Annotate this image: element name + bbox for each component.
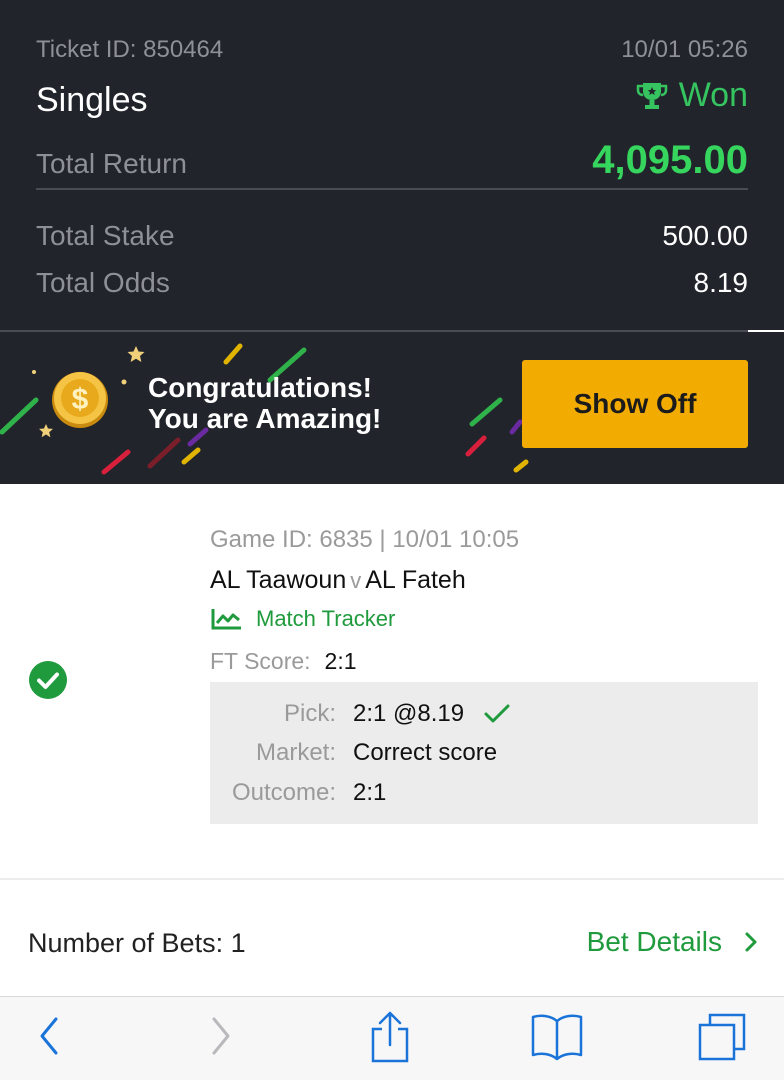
check-circle-icon: [29, 661, 67, 699]
ticket-datetime: 10/01 05:26: [621, 36, 748, 63]
home-team: AL Taawoun: [210, 566, 347, 594]
match-tracker-label: Match Tracker: [256, 606, 396, 631]
ft-score-label: FT Score:: [210, 648, 311, 674]
ticket-type-row: Singles Won: [36, 76, 748, 120]
congrats-line-1: Congratulations!: [148, 372, 372, 403]
bet-details-label: Bet Details: [586, 926, 722, 957]
pick-value-wrap: 2:1 @8.19: [353, 700, 510, 728]
market-label: Market:: [255, 739, 336, 766]
bet-detail: Game ID: 6835 | 10/01 10:05 AL Taawoun v A…: [0, 484, 784, 878]
chevron-right-icon: [745, 932, 757, 952]
bet-details-link[interactable]: Bet Details: [587, 926, 758, 958]
ft-score: FT Score: 2:1: [210, 648, 357, 675]
forward-icon[interactable]: [206, 1011, 236, 1061]
outcome-value: 2:1: [353, 779, 387, 806]
bookmarks-icon[interactable]: [530, 1011, 584, 1061]
total-stake-value: 500.00: [662, 220, 748, 251]
show-off-button[interactable]: Show Off: [522, 360, 748, 448]
tracker-icon: [211, 609, 241, 630]
total-return-row: Total Return 4,095.00: [36, 138, 748, 183]
share-icon[interactable]: [368, 1011, 412, 1065]
total-return-value: 4,095.00: [592, 138, 748, 182]
outcome-label: Outcome:: [231, 779, 336, 806]
bets-footer: Number of Bets: 1 Bet Details: [0, 880, 784, 996]
away-team: AL Fateh: [365, 566, 466, 594]
total-stake-row: Total Stake 500.00: [36, 220, 748, 252]
number-of-bets: Number of Bets: 1: [28, 928, 246, 958]
ticket-type: Singles: [36, 80, 148, 119]
tick-icon: [484, 704, 510, 723]
versus-label: v: [350, 568, 362, 593]
pick-box: Pick: 2:1 @8.19 Market: Correct score Ou…: [210, 682, 758, 824]
tabs-icon[interactable]: [696, 1011, 748, 1063]
total-odds-label: Total Odds: [36, 267, 170, 298]
congrats-text: Congratulations! You are Amazing!: [148, 372, 381, 434]
browser-toolbar: [0, 996, 784, 1080]
ticket-summary: Ticket ID: 850464 10/01 05:26 Singles Wo…: [0, 0, 784, 330]
trophy-icon: [636, 82, 667, 109]
congrats-line-2: You are Amazing!: [148, 403, 382, 434]
outcome-row: Outcome: 2:1: [210, 779, 386, 807]
pick-value: 2:1 @8.19: [353, 700, 465, 727]
total-stake-label: Total Stake: [36, 220, 175, 251]
game-id: Game ID: 6835 | 10/01 10:05: [210, 526, 520, 553]
market-value: Correct score: [353, 739, 498, 766]
congrats-banner: $ Congratulations! You are Amazing! Show…: [0, 332, 784, 484]
status-text: Won: [678, 76, 748, 114]
total-return-label: Total Return: [36, 148, 187, 179]
coin-icon: $: [52, 372, 108, 428]
match-tracker-link[interactable]: Match Tracker: [210, 606, 395, 632]
back-icon[interactable]: [34, 1011, 64, 1061]
total-odds-row: Total Odds 8.19: [36, 267, 748, 299]
ft-score-value: 2:1: [324, 648, 357, 674]
match-teams: AL Taawoun v AL Fateh: [210, 566, 466, 595]
market-row: Market: Correct score: [210, 739, 497, 767]
status-badge: Won: [635, 76, 748, 115]
total-odds-value: 8.19: [693, 267, 749, 298]
ticket-id: Ticket ID: 850464: [36, 36, 224, 63]
pick-row: Pick: 2:1 @8.19: [210, 700, 510, 728]
divider: [36, 188, 748, 190]
pick-label: Pick:: [283, 700, 336, 727]
svg-text:$: $: [72, 383, 89, 416]
ticket-header-row: Ticket ID: 850464 10/01 05:26: [36, 36, 748, 64]
